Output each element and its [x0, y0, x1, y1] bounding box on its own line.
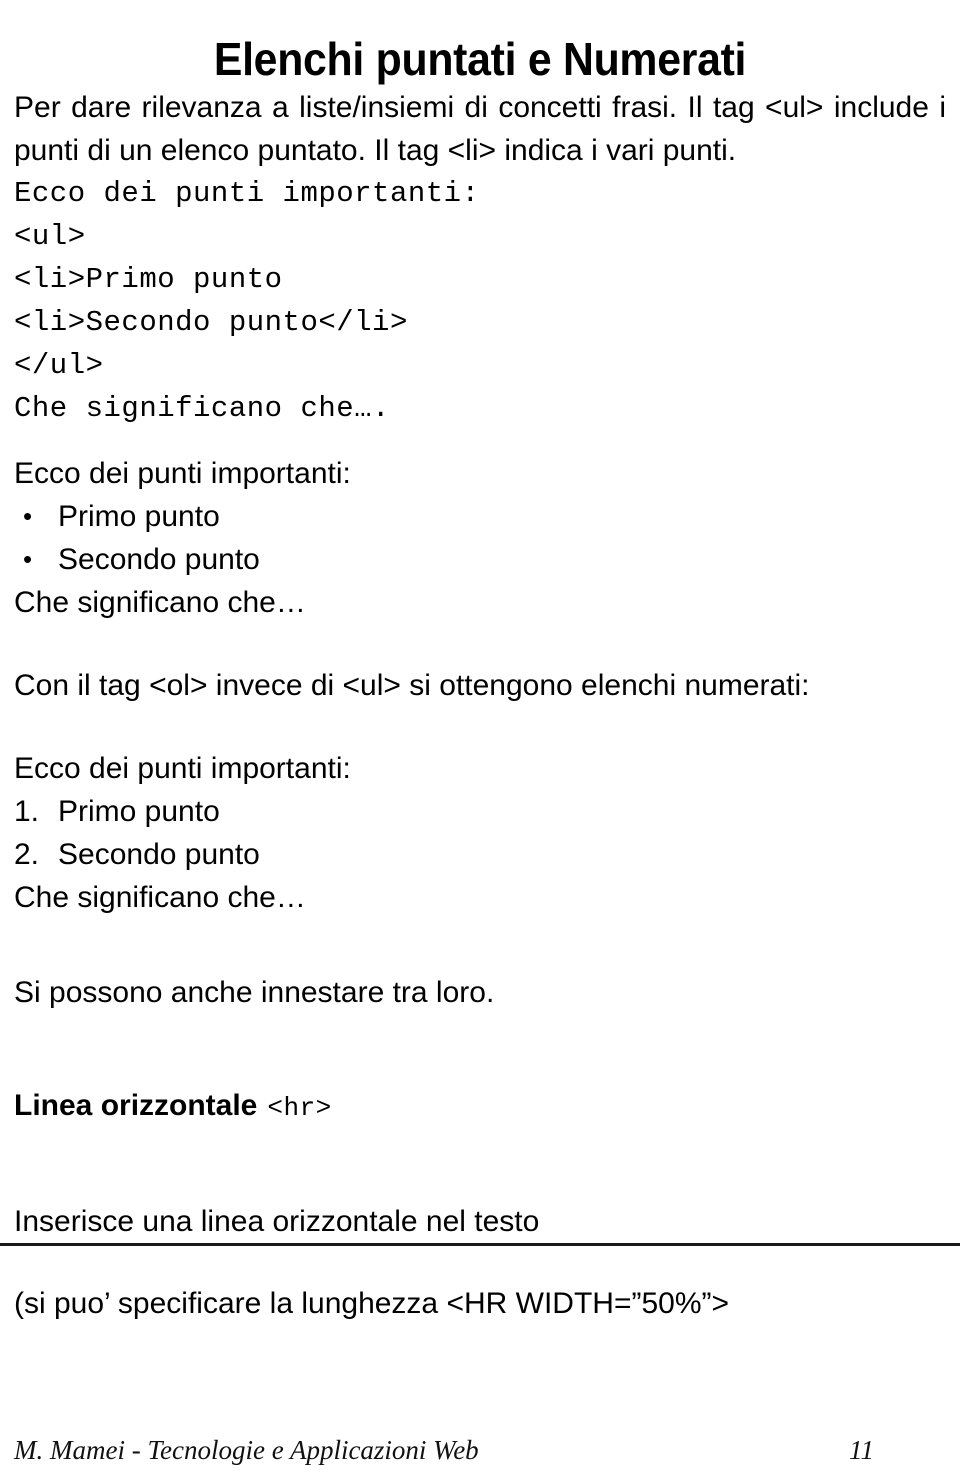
hr-width-note: (si puo’ specificare la lunghezza <HR WI…: [14, 1287, 730, 1320]
list-item-label: Primo punto: [58, 500, 220, 533]
list-item: 1. Primo punto: [14, 790, 946, 833]
list-item-label: Primo punto: [58, 795, 220, 828]
ol-paragraph: Con il tag <ol> invece di <ul> si otteng…: [14, 669, 810, 702]
list-item: 2. Secondo punto: [14, 833, 946, 876]
numbered-demo-lead: Ecco dei punti importanti:: [14, 752, 351, 785]
html-code-sample: Ecco dei punti importanti: <ul> <li>Prim…: [14, 177, 480, 425]
intro-paragraph: Per dare rilevanza a liste/insiemi di co…: [14, 91, 946, 167]
list-item-label: Secondo punto: [58, 838, 260, 871]
page-number: 11: [849, 1435, 874, 1465]
bullet-icon: •: [23, 501, 33, 531]
page-title: Elenchi puntati e Numerati: [213, 32, 747, 85]
list-item: • Primo punto: [14, 495, 946, 538]
horizontal-rule: [0, 1243, 960, 1246]
bulleted-demo-trailer: Che significano che…: [14, 586, 306, 619]
number-marker: 1.: [14, 795, 40, 828]
hr-heading-label: Linea orizzontale: [14, 1089, 258, 1122]
footer: M. Mamei - Tecnologie e Applicazioni Web…: [14, 1432, 946, 1472]
bulleted-demo-lead: Ecco dei punti importanti:: [14, 457, 351, 490]
number-marker: 2.: [14, 838, 40, 871]
slide-page: Elenchi puntati e Numerati Per dare rile…: [0, 0, 960, 1478]
hr-heading: Linea orizzontale <hr>: [14, 1084, 946, 1130]
slide-body: Per dare rilevanza a liste/insiemi di co…: [14, 86, 946, 1243]
numbered-list: 1. Primo punto 2. Secondo punto: [14, 790, 946, 876]
list-item-label: Secondo punto: [58, 543, 260, 576]
numbered-demo-trailer: Che significano che…: [14, 881, 306, 914]
bulleted-list: • Primo punto • Secondo punto: [14, 495, 946, 581]
hr-tag-code: <hr>: [267, 1093, 332, 1123]
bullet-icon: •: [23, 544, 33, 574]
nesting-note: Si possono anche innestare tra loro.: [14, 976, 495, 1009]
list-item: • Secondo punto: [14, 538, 946, 581]
hr-description: Inserisce una linea orizzontale nel test…: [14, 1205, 540, 1238]
footer-credit: M. Mamei - Tecnologie e Applicazioni Web: [14, 1435, 479, 1465]
